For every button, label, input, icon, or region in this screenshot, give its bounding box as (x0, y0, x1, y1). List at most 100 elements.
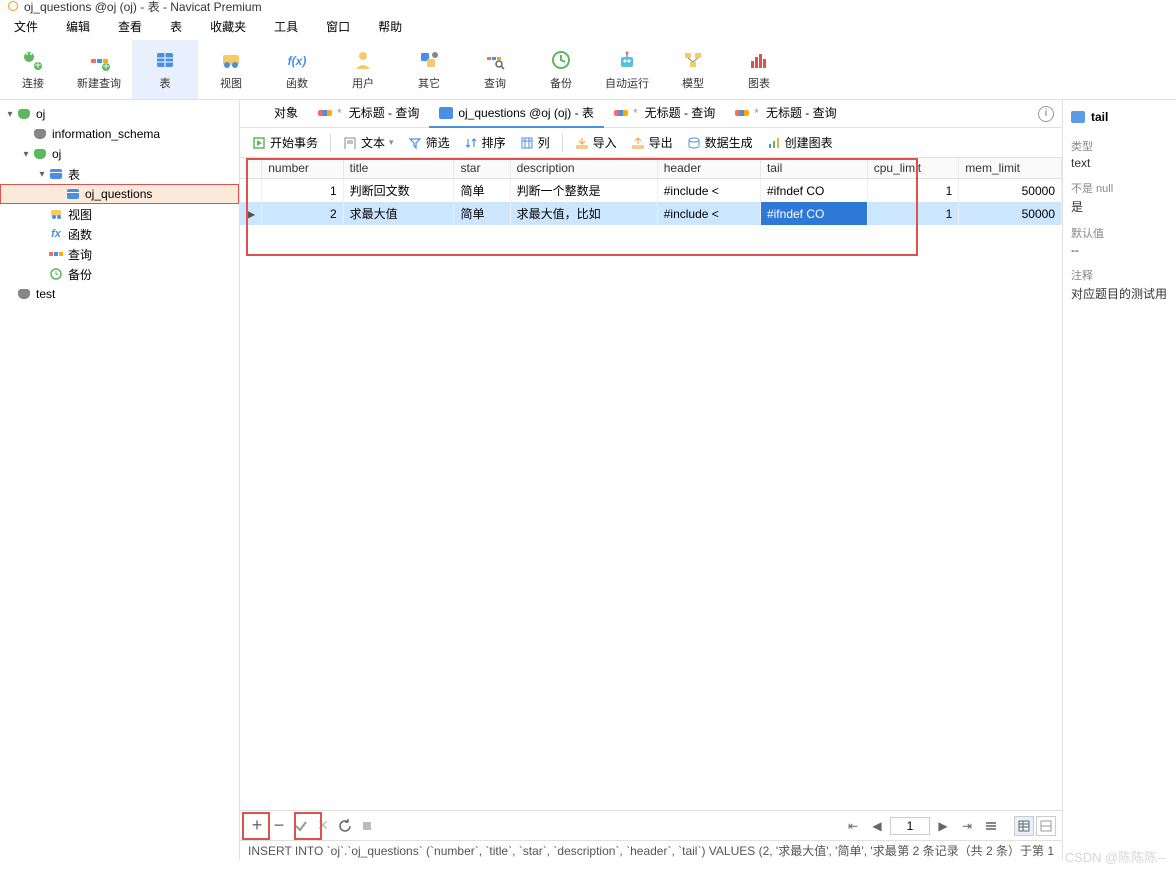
add-row-button[interactable]: + (246, 815, 268, 837)
cell-cpu_limit[interactable]: 1 (867, 179, 959, 203)
table-row[interactable]: 1判断回文数简单判断一个整数是#include <#ifndef CO15000… (240, 179, 1062, 203)
nav-settings-button[interactable] (980, 815, 1002, 837)
menu-item-2[interactable]: 查看 (104, 14, 156, 39)
tab-2[interactable]: oj_questions @oj (oj) - 表 (429, 100, 604, 128)
cell-tail[interactable]: #ifndef CO (760, 179, 867, 203)
toolbar-backup-button[interactable]: 备份 (528, 40, 594, 99)
cell-number[interactable]: 1 (262, 179, 343, 203)
grid-icon (520, 136, 534, 150)
tree-item-oj[interactable]: ▾oj (0, 104, 239, 124)
sort-button[interactable]: 排序 (458, 131, 512, 154)
tree-item-information_schema[interactable]: information_schema (0, 124, 239, 144)
connection-tree[interactable]: ▾ojinformation_schema▾oj▾表oj_questions视图… (0, 100, 240, 860)
view-icon (219, 49, 243, 71)
toolbar-chart-button[interactable]: 图表 (726, 40, 792, 99)
datagen-button[interactable]: 数据生成 (681, 131, 759, 154)
column-header-mem_limit[interactable]: mem_limit (959, 158, 1062, 179)
cell-title[interactable]: 求最大值 (343, 202, 454, 225)
tree-item-视图[interactable]: 视图 (0, 204, 239, 224)
cell-star[interactable]: 简单 (454, 179, 510, 203)
info-icon[interactable]: i (1038, 106, 1054, 122)
first-page-button[interactable]: ⇤ (842, 815, 864, 837)
default-value: -- (1071, 243, 1168, 257)
cell-star[interactable]: 简单 (454, 202, 510, 225)
toolbar-plug-button[interactable]: +连接 (0, 40, 66, 99)
toolbar-fx-button[interactable]: f(x)函数 (264, 40, 330, 99)
begin-transaction-button[interactable]: 开始事务 (246, 131, 324, 154)
column-header-tail[interactable]: tail (760, 158, 867, 179)
toolbar-query-button[interactable]: +新建查询 (66, 40, 132, 99)
tree-item-查询[interactable]: 查询 (0, 244, 239, 264)
cell-description[interactable]: 求最大值，比如 (510, 202, 657, 225)
refresh-button[interactable] (334, 815, 356, 837)
editor-tabs: 对象*无标题 - 查询oj_questions @oj (oj) - 表*无标题… (240, 100, 1062, 128)
toolbar-view-button[interactable]: 视图 (198, 40, 264, 99)
cancel-button[interactable]: ✕ (312, 815, 334, 837)
filter-button[interactable]: 筛选 (402, 131, 456, 154)
grid-view-button[interactable] (1014, 816, 1034, 836)
cell-title[interactable]: 判断回文数 (343, 179, 454, 203)
cell-tail[interactable]: #ifndef CO (760, 202, 867, 225)
cell-mem_limit[interactable]: 50000 (959, 202, 1062, 225)
chart-icon (767, 136, 781, 150)
next-page-button[interactable]: ▶ (932, 815, 954, 837)
datagen-icon (687, 136, 701, 150)
form-view-button[interactable] (1036, 816, 1056, 836)
menu-item-1[interactable]: 编辑 (52, 14, 104, 39)
tab-3[interactable]: *无标题 - 查询 (604, 100, 725, 128)
import-button[interactable]: 导入 (569, 131, 623, 154)
cell-cpu_limit[interactable]: 1 (867, 202, 959, 225)
prev-page-button[interactable]: ◀ (866, 815, 888, 837)
last-page-button[interactable]: ⇥ (956, 815, 978, 837)
tree-item-表[interactable]: ▾表 (0, 164, 239, 184)
cell-description[interactable]: 判断一个整数是 (510, 179, 657, 203)
page-input[interactable] (890, 817, 930, 835)
column-header-star[interactable]: star (454, 158, 510, 179)
tab-0[interactable]: 对象 (264, 100, 308, 128)
export-button[interactable]: 导出 (625, 131, 679, 154)
begin-label: 开始事务 (270, 134, 318, 151)
tree-item-oj_questions[interactable]: oj_questions (0, 184, 239, 204)
menu-item-5[interactable]: 工具 (260, 14, 312, 39)
table-row[interactable]: ▶2求最大值简单求最大值，比如#include <#ifndef CO15000… (240, 202, 1062, 225)
menu-item-6[interactable]: 窗口 (312, 14, 364, 39)
tab-1[interactable]: *无标题 - 查询 (308, 100, 429, 128)
menu-item-0[interactable]: 文件 (0, 14, 52, 39)
column-header-cpu_limit[interactable]: cpu_limit (867, 158, 959, 179)
toolbar-model-button[interactable]: 模型 (660, 40, 726, 99)
fx-icon: f(x) (285, 49, 309, 71)
stop-button[interactable] (356, 815, 378, 837)
data-grid[interactable]: numbertitlestardescriptionheadertailcpu_… (240, 158, 1062, 225)
column-header-header[interactable]: header (657, 158, 760, 179)
tab-4[interactable]: *无标题 - 查询 (725, 100, 846, 128)
toolbar-table-button[interactable]: 表 (132, 40, 198, 99)
toolbar-user-button[interactable]: 用户 (330, 40, 396, 99)
create-chart-button[interactable]: 创建图表 (761, 131, 839, 154)
cell-header[interactable]: #include < (657, 202, 760, 225)
menu-item-3[interactable]: 表 (156, 14, 196, 39)
cell-mem_limit[interactable]: 50000 (959, 179, 1062, 203)
main-toolbar: +连接+新建查询表视图f(x)函数用户其它查询备份自动运行模型图表 (0, 40, 1176, 100)
menu-item-4[interactable]: 收藏夹 (196, 14, 260, 39)
search-icon (483, 49, 507, 71)
tree-item-备份[interactable]: 备份 (0, 264, 239, 284)
toolbar-search-button[interactable]: 查询 (462, 40, 528, 99)
cell-header[interactable]: #include < (657, 179, 760, 203)
column-header-number[interactable]: number (262, 158, 343, 179)
column-header-title[interactable]: title (343, 158, 454, 179)
text-label: 文本 (361, 134, 385, 151)
tree-item-oj[interactable]: ▾oj (0, 144, 239, 164)
toolbar-other-button[interactable]: 其它 (396, 40, 462, 99)
user-icon (351, 49, 375, 71)
menu-item-7[interactable]: 帮助 (364, 14, 416, 39)
text-button[interactable]: 文本 ▾ (337, 131, 400, 154)
tree-item-test[interactable]: test (0, 284, 239, 304)
tree-item-函数[interactable]: fx函数 (0, 224, 239, 244)
column-header-description[interactable]: description (510, 158, 657, 179)
delete-row-button[interactable]: − (268, 815, 290, 837)
status-record-count: 第 2 条记录（共 2 条）于第 1 (897, 842, 1054, 859)
toolbar-robot-button[interactable]: 自动运行 (594, 40, 660, 99)
column-button[interactable]: 列 (514, 131, 556, 154)
apply-button[interactable] (290, 815, 312, 837)
cell-number[interactable]: 2 (262, 202, 343, 225)
